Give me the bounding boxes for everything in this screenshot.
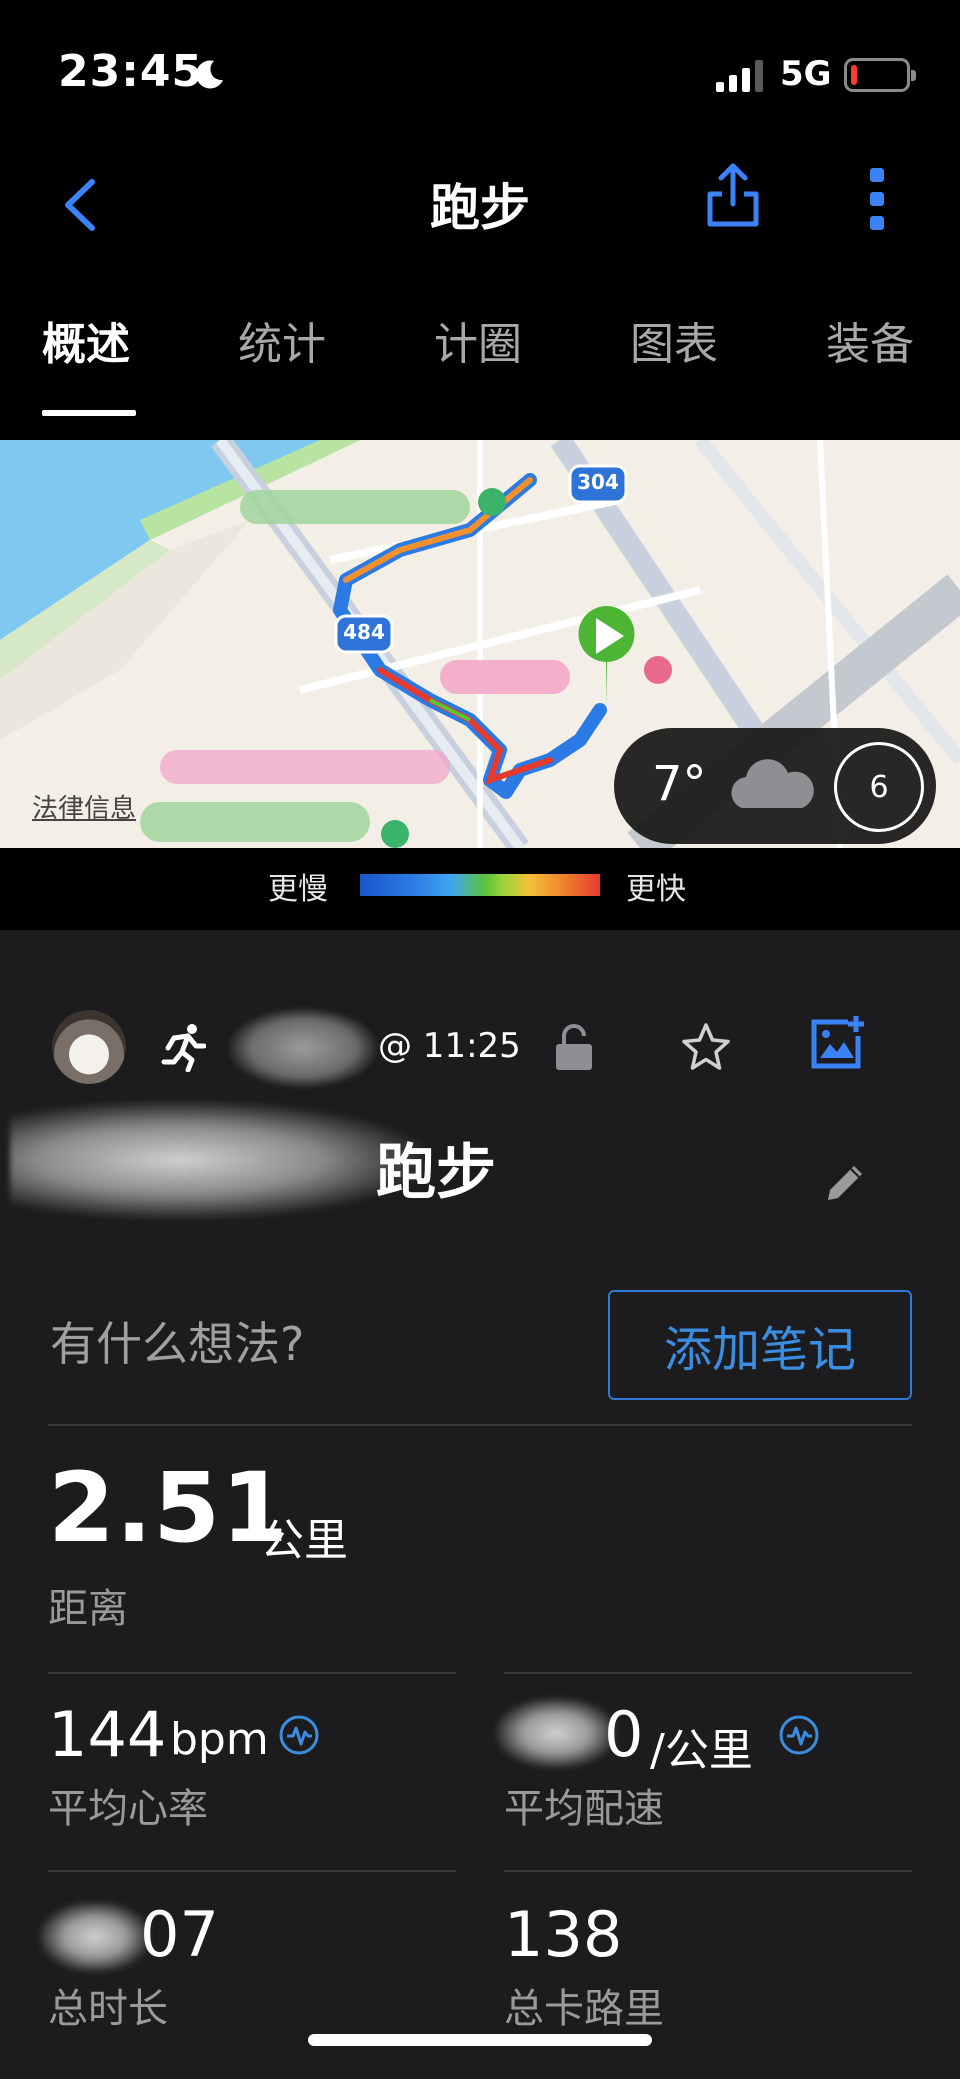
distance-unit: 公里 xyxy=(260,1515,348,1566)
heart-rate-label: 平均心率 xyxy=(48,1786,208,1832)
pace-redacted xyxy=(496,1698,616,1768)
avatar[interactable] xyxy=(52,1010,126,1084)
divider xyxy=(504,1870,912,1872)
duration-label: 总时长 xyxy=(48,1986,168,2032)
calories-value: 138 xyxy=(504,1898,623,1971)
share-icon[interactable] xyxy=(704,158,762,230)
divider xyxy=(48,1424,912,1426)
status-time: 23:45 xyxy=(58,46,204,97)
weather-dial: 6 xyxy=(834,742,924,832)
tab-charts[interactable]: 图表 xyxy=(630,308,718,372)
distance-value: 2.51 xyxy=(48,1452,289,1564)
username-redacted xyxy=(228,1008,378,1088)
battery-icon xyxy=(844,58,916,92)
pace-legend: 更慢 更快 xyxy=(0,864,960,907)
lock-open-icon[interactable] xyxy=(554,1024,594,1070)
battery-level xyxy=(851,65,857,85)
more-vertical-icon[interactable] xyxy=(862,164,892,234)
legend-slower-label: 更慢 xyxy=(268,872,328,907)
divider xyxy=(504,1672,912,1674)
pace-gradient-bar xyxy=(360,874,600,896)
activity-time: @ 11:25 xyxy=(378,1026,521,1066)
route-map[interactable]: 304 484 法律信息 7° 6 xyxy=(0,440,960,848)
route-shield-484: 484 xyxy=(343,620,385,644)
pace-info-icon[interactable] xyxy=(778,1714,820,1756)
page-title: 跑步 xyxy=(430,179,530,237)
status-bar: 23:45 5G xyxy=(0,0,960,150)
tab-laps[interactable]: 计圈 xyxy=(434,308,522,372)
pace-unit: /公里 xyxy=(650,1725,753,1776)
legal-info-link[interactable]: 法律信息 xyxy=(32,788,136,825)
moon-icon xyxy=(196,60,223,89)
heart-rate-info-icon[interactable] xyxy=(278,1714,320,1756)
add-photo-icon[interactable] xyxy=(810,1014,866,1070)
duration-redacted xyxy=(40,1902,150,1972)
notes-prompt[interactable]: 有什么想法? xyxy=(50,1308,304,1374)
tab-gear[interactable]: 装备 xyxy=(826,308,914,372)
heart-rate-value: 144 xyxy=(48,1698,167,1771)
running-icon xyxy=(161,1024,206,1072)
weather-temperature: 7° xyxy=(652,756,707,812)
calories-label: 总卡路里 xyxy=(504,1986,664,2032)
navbar: 跑步 xyxy=(0,150,960,260)
star-icon[interactable] xyxy=(680,1022,732,1072)
pace-value: 0 xyxy=(604,1698,644,1771)
home-indicator[interactable] xyxy=(308,2034,652,2046)
activity-panel: @ 11:25 跑步 有什么想法? 添加笔记 2.51 公里 距离 144 bp… xyxy=(0,930,960,2079)
distance-label: 距离 xyxy=(48,1586,128,1632)
tab-stats[interactable]: 统计 xyxy=(238,308,326,372)
network-label: 5G xyxy=(780,54,832,94)
divider xyxy=(48,1672,456,1674)
signal-icon xyxy=(716,60,763,92)
heart-rate-unit: bpm xyxy=(170,1714,269,1765)
edit-pencil-icon[interactable] xyxy=(824,1158,868,1202)
weather-widget: 7° 6 xyxy=(614,728,936,844)
route-shield-304: 304 xyxy=(577,470,619,494)
tab-overview[interactable]: 概述 xyxy=(42,308,130,372)
divider xyxy=(48,1870,456,1872)
add-note-button[interactable]: 添加笔记 xyxy=(608,1290,912,1400)
tab-bar: 概述 统计 计圈 图表 装备 xyxy=(0,270,960,420)
duration-value: 07 xyxy=(140,1898,219,1971)
legend-faster-label: 更快 xyxy=(626,872,686,907)
activity-title: 跑步 xyxy=(376,1138,496,1208)
cloud-icon xyxy=(731,759,814,808)
pace-label: 平均配速 xyxy=(504,1786,664,1832)
title-redacted xyxy=(10,1100,430,1220)
tab-active-indicator xyxy=(42,410,136,416)
